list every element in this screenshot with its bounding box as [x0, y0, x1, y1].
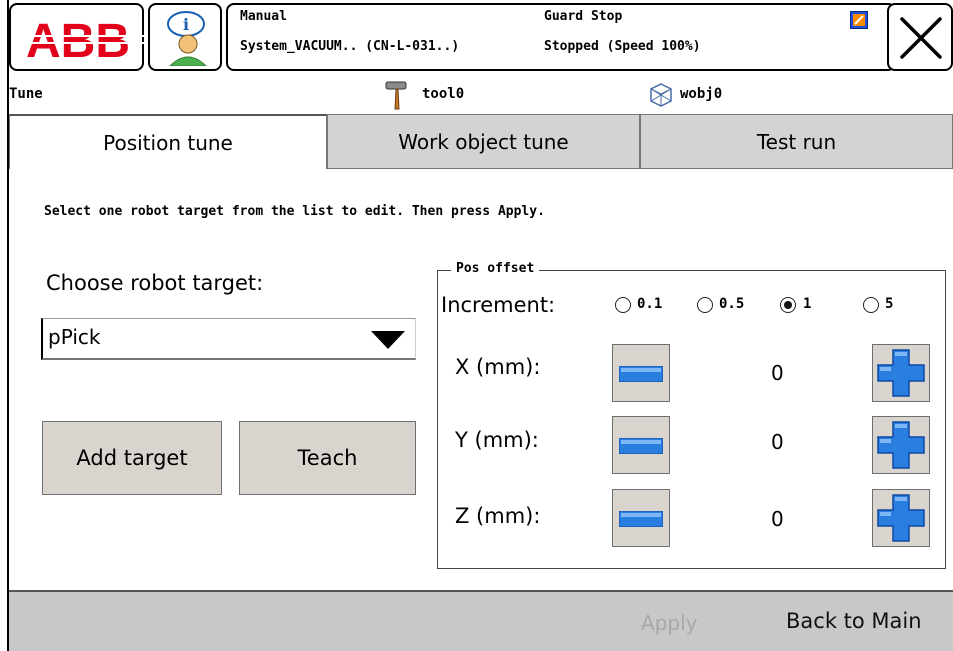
plus-icon [877, 349, 925, 397]
x-decrement-button[interactable] [612, 344, 670, 402]
safety-state: Guard Stop [544, 9, 623, 24]
z-decrement-button[interactable] [612, 489, 670, 547]
svg-text:ABB: ABB [26, 15, 130, 68]
tab-bar: Position tune Work object tune Test run [9, 114, 953, 169]
robot-target-value: pPick [48, 325, 101, 349]
abb-logo: ABB [13, 15, 144, 68]
increment-label-0.5: 0.5 [719, 296, 745, 312]
x-offset-value: 0 [771, 361, 784, 385]
teach-button[interactable]: Teach [239, 421, 416, 495]
increment-label-0.1: 0.1 [637, 296, 663, 312]
y-increment-button[interactable] [872, 416, 930, 474]
back-to-main-button[interactable]: Back to Main [786, 609, 922, 633]
close-icon [900, 17, 942, 59]
event-log-button[interactable]: i [148, 3, 222, 71]
active-tool[interactable]: tool0 [422, 86, 464, 102]
instruction-text: Select one robot target from the list to… [44, 204, 545, 219]
plus-icon [877, 421, 925, 469]
chevron-down-icon [371, 331, 405, 349]
plus-icon [877, 494, 925, 542]
pos-offset-title: Pos offset [451, 261, 540, 276]
quickset-icon [850, 11, 868, 29]
increment-label-5: 5 [885, 296, 894, 312]
command-bar: Apply Back to Main [9, 590, 953, 651]
apply-button[interactable]: Apply [641, 611, 697, 635]
active-wobj[interactable]: wobj0 [680, 86, 722, 102]
run-state: Stopped (Speed 100%) [544, 39, 701, 54]
increment-radio-5[interactable] [863, 297, 879, 313]
robot-target-dropdown[interactable]: pPick [41, 318, 416, 360]
system-name: System_VACUUM.. (CN-L-031..) [240, 39, 460, 54]
tab-test-run[interactable]: Test run [640, 114, 953, 169]
minus-icon [619, 511, 663, 527]
svg-text:i: i [183, 15, 189, 34]
z-increment-button[interactable] [872, 489, 930, 547]
close-button[interactable] [887, 3, 953, 71]
app-title: Tune [9, 86, 43, 102]
operating-mode: Manual [240, 9, 287, 24]
y-offset-label: Y (mm): [455, 428, 539, 452]
increment-radio-0.5[interactable] [697, 297, 713, 313]
y-offset-value: 0 [771, 430, 784, 454]
increment-label: Increment: [441, 293, 556, 317]
task-info-bar: Tune tool0 wobj0 [9, 76, 953, 114]
top-bar: ABB i Manual System_VACUUM.. (CN-L-031..… [9, 0, 953, 76]
y-decrement-button[interactable] [612, 416, 670, 474]
increment-radio-1[interactable] [780, 297, 796, 313]
user-info-icon: i [167, 11, 207, 66]
work-object-icon [650, 83, 672, 107]
minus-icon [619, 366, 663, 382]
tab-position-tune[interactable]: Position tune [9, 114, 327, 169]
tab-work-object-tune[interactable]: Work object tune [327, 114, 640, 169]
x-offset-label: X (mm): [455, 355, 541, 379]
abb-menu-button[interactable]: ABB [9, 3, 144, 71]
increment-label-1: 1 [803, 296, 812, 312]
choose-target-label: Choose robot target: [46, 271, 264, 295]
add-target-button[interactable]: Add target [42, 421, 222, 495]
z-offset-value: 0 [771, 507, 784, 531]
minus-icon [619, 438, 663, 454]
increment-radio-0.1[interactable] [615, 297, 631, 313]
status-panel[interactable]: Manual System_VACUUM.. (CN-L-031..) Guar… [226, 3, 896, 71]
x-increment-button[interactable] [872, 344, 930, 402]
z-offset-label: Z (mm): [455, 504, 541, 528]
hammer-tool-icon [385, 81, 407, 110]
